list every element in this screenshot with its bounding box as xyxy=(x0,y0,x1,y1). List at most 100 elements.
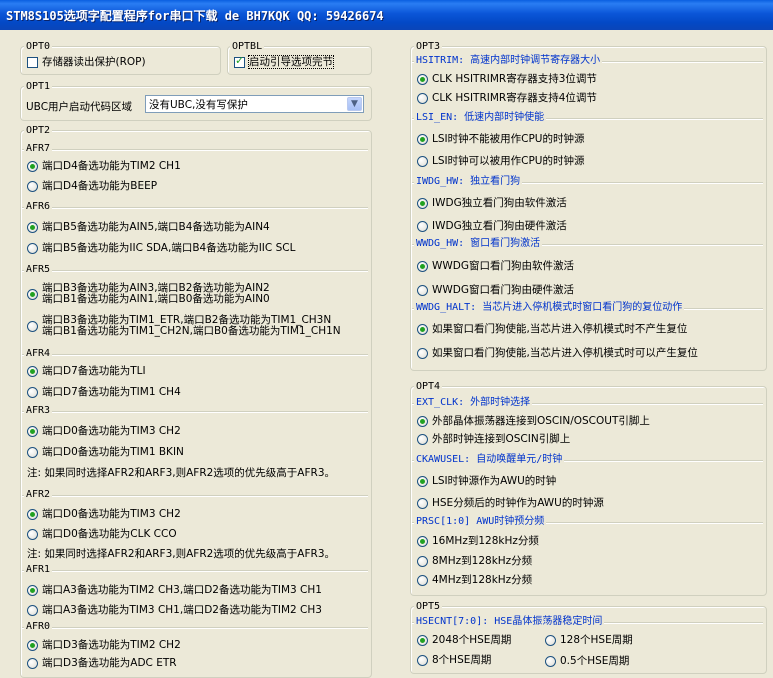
wwdg-hw-option-0[interactable]: WWDG窗口看门狗由软件激活 xyxy=(417,260,574,272)
prsc-radio-2[interactable] xyxy=(417,574,428,586)
iwdg-hw-option-0[interactable]: IWDG独立看门狗由软件激活 xyxy=(417,197,567,209)
afr1-option-0[interactable]: 端口A3备选功能为TIM2 CH3,端口D2备选功能为TIM3 CH1 xyxy=(27,584,322,596)
prsc-option-1[interactable]: 8MHz到128kHz分频 xyxy=(417,555,532,567)
hsecnt-option-1[interactable]: 128个HSE周期 xyxy=(545,634,633,646)
lsi-en-radio-0[interactable] xyxy=(417,133,428,145)
afr3-option-1[interactable]: 端口D0备选功能为TIM1 BKIN xyxy=(27,446,184,458)
afr6-option-0[interactable]: 端口B5备选功能为AIN5,端口B4备选功能为AIN4 xyxy=(27,221,270,233)
afr4-option-1[interactable]: 端口D7备选功能为TIM1 CH4 xyxy=(27,386,181,398)
rop-checkbox[interactable]: 存储器读出保护(ROP) xyxy=(27,56,146,68)
afr6-radio-1[interactable] xyxy=(27,242,38,254)
afr3-option-0[interactable]: 端口D0备选功能为TIM3 CH2 xyxy=(27,425,181,437)
afr4-radio-1[interactable] xyxy=(27,386,38,398)
afr5-radio-0[interactable] xyxy=(27,288,38,300)
afr5-option-1[interactable]: 端口B3备选功能为TIM1_ETR,端口B2备选功能为TIM1_CH3N 端口B… xyxy=(27,315,341,337)
afr5-radio-1[interactable] xyxy=(27,320,38,332)
hsecnt-option-2[interactable]: 8个HSE周期 xyxy=(417,654,491,666)
afr4-option-1-label: 端口D7备选功能为TIM1 CH4 xyxy=(42,386,181,398)
afr0-radio-1[interactable] xyxy=(27,657,38,669)
afr0-option-1[interactable]: 端口D3备选功能为ADC ETR xyxy=(27,657,177,669)
lsi-en-option-1-label: LSI时钟可以被用作CPU的时钟源 xyxy=(432,155,585,167)
afr4-option-0-label: 端口D7备选功能为TLI xyxy=(42,365,146,377)
afr2-radio-0[interactable] xyxy=(27,508,38,520)
afr4-title: AFR4 xyxy=(24,348,53,360)
wwdg-hw-radio-0[interactable] xyxy=(417,260,428,272)
afr7-option-1[interactable]: 端口D4备选功能为BEEP xyxy=(27,180,157,192)
chevron-down-icon[interactable]: ▼ xyxy=(347,97,362,111)
hsitrim-option-0[interactable]: CLK HSITRIMR寄存器支持3位调节 xyxy=(417,73,597,85)
afr2-title: AFR2 xyxy=(24,489,53,501)
afr6-radio-0[interactable] xyxy=(27,221,38,233)
wwdg-halt-radio-0[interactable] xyxy=(417,323,428,335)
hsecnt-radio-2[interactable] xyxy=(417,654,428,666)
hsitrim-option-1[interactable]: CLK HSITRIMR寄存器支持4位调节 xyxy=(417,92,597,104)
prsc-option-0[interactable]: 16MHz到128kHz分频 xyxy=(417,535,539,547)
afr4-option-0[interactable]: 端口D7备选功能为TLI xyxy=(27,365,146,377)
ckawusel-radio-0[interactable] xyxy=(417,475,428,487)
lsi-en-radio-1[interactable] xyxy=(417,155,428,167)
afr4-radio-0[interactable] xyxy=(27,365,38,377)
hsitrim-radio-1[interactable] xyxy=(417,92,428,104)
afr2-option-1[interactable]: 端口D0备选功能为CLK CCO xyxy=(27,528,177,540)
ext-clk-option-0[interactable]: 外部晶体振荡器连接到OSCIN/OSCOUT引脚上 xyxy=(417,415,650,427)
afr7-option-0[interactable]: 端口D4备选功能为TIM2 CH1 xyxy=(27,160,181,172)
ckawusel-option-0[interactable]: LSI时钟源作为AWU的时钟 xyxy=(417,475,556,487)
afr7-radio-1[interactable] xyxy=(27,180,38,192)
ext-clk-radio-1[interactable] xyxy=(417,433,428,445)
hsecnt-radio-1[interactable] xyxy=(545,634,556,646)
hsitrim-title: HSITRIM: 高速内部时钟调节寄存器大小 xyxy=(414,55,603,67)
wwdg-halt-option-0[interactable]: 如果窗口看门狗使能,当芯片进入停机模式时不产生复位 xyxy=(417,323,687,335)
prsc-radio-0[interactable] xyxy=(417,535,428,547)
afr1-option-1-label: 端口A3备选功能为TIM3 CH1,端口D2备选功能为TIM2 CH3 xyxy=(42,604,322,616)
opt2-title: OPT2 xyxy=(24,125,53,137)
iwdg-hw-option-0-label: IWDG独立看门狗由软件激活 xyxy=(432,197,567,209)
rop-checkbox-box[interactable] xyxy=(27,56,38,68)
iwdg-hw-option-1-label: IWDG独立看门狗由硬件激活 xyxy=(432,220,567,232)
boot-checkbox-box[interactable] xyxy=(234,55,245,68)
prsc-radio-1[interactable] xyxy=(417,555,428,567)
ckawusel-radio-1[interactable] xyxy=(417,497,428,509)
afr2-radio-1[interactable] xyxy=(27,528,38,540)
prsc-option-2[interactable]: 4MHz到128kHz分频 xyxy=(417,574,532,586)
hsecnt-option-0[interactable]: 2048个HSE周期 xyxy=(417,634,511,646)
hsecnt-radio-0[interactable] xyxy=(417,634,428,646)
wwdg-hw-option-1[interactable]: WWDG窗口看门狗由硬件激活 xyxy=(417,284,574,296)
ext-clk-radio-0[interactable] xyxy=(417,415,428,427)
ubc-select[interactable]: 没有UBC,没有写保护 ▼ xyxy=(145,95,364,113)
wwdg-halt-option-0-label: 如果窗口看门狗使能,当芯片进入停机模式时不产生复位 xyxy=(432,323,688,335)
iwdg-hw-radio-0[interactable] xyxy=(417,197,428,209)
afr2-option-0-label: 端口D0备选功能为TIM3 CH2 xyxy=(42,508,181,520)
wwdg-halt-option-1[interactable]: 如果窗口看门狗使能,当芯片进入停机模式时可以产生复位 xyxy=(417,347,698,359)
ext-clk-option-1[interactable]: 外部时钟连接到OSCIN引脚上 xyxy=(417,433,570,445)
hsecnt-radio-3[interactable] xyxy=(545,655,556,667)
hsitrim-radio-0[interactable] xyxy=(417,73,428,85)
afr1-option-1[interactable]: 端口A3备选功能为TIM3 CH1,端口D2备选功能为TIM2 CH3 xyxy=(27,604,322,616)
afr1-radio-0[interactable] xyxy=(27,584,38,596)
afr3-radio-0[interactable] xyxy=(27,425,38,437)
afr5-option-0-line-1: 端口B1备选功能为AIN1,端口B0备选功能为AIN0 xyxy=(42,293,270,305)
afr5-option-1-label: 端口B3备选功能为TIM1_ETR,端口B2备选功能为TIM1_CH3N 端口B… xyxy=(42,315,341,337)
afr2-option-0[interactable]: 端口D0备选功能为TIM3 CH2 xyxy=(27,508,181,520)
hsecnt-option-3[interactable]: 0.5个HSE周期 xyxy=(545,655,629,667)
iwdg-hw-radio-1[interactable] xyxy=(417,220,428,232)
boot-option-checkbox[interactable]: 启动引导选项完节 xyxy=(234,55,334,69)
hsecnt-option-2-label: 8个HSE周期 xyxy=(432,654,492,666)
ext-clk-option-1-label: 外部时钟连接到OSCIN引脚上 xyxy=(432,433,571,445)
afr6-option-1[interactable]: 端口B5备选功能为IIC SDA,端口B4备选功能为IIC SCL xyxy=(27,242,295,254)
ckawusel-option-1[interactable]: HSE分频后的时钟作为AWU的时钟源 xyxy=(417,497,604,509)
afr3-radio-1[interactable] xyxy=(27,446,38,458)
afr3-separator xyxy=(22,411,368,413)
wwdg-halt-radio-1[interactable] xyxy=(417,347,428,359)
lsi-en-option-1[interactable]: LSI时钟可以被用作CPU的时钟源 xyxy=(417,155,584,167)
wwdg-hw-radio-1[interactable] xyxy=(417,284,428,296)
afr0-option-0[interactable]: 端口D3备选功能为TIM2 CH2 xyxy=(27,639,181,651)
iwdg-hw-option-1[interactable]: IWDG独立看门狗由硬件激活 xyxy=(417,220,567,232)
afr1-radio-1[interactable] xyxy=(27,604,38,616)
afr2-separator xyxy=(22,495,368,497)
ckawusel-option-0-label: LSI时钟源作为AWU的时钟 xyxy=(432,475,557,487)
afr5-option-0-label: 端口B3备选功能为AIN3,端口B2备选功能为AIN2 端口B1备选功能为AIN… xyxy=(42,283,270,305)
lsi-en-option-0[interactable]: LSI时钟不能被用作CPU的时钟源 xyxy=(417,133,584,145)
afr7-radio-0[interactable] xyxy=(27,160,38,172)
afr0-radio-0[interactable] xyxy=(27,639,38,651)
afr5-option-0[interactable]: 端口B3备选功能为AIN3,端口B2备选功能为AIN2 端口B1备选功能为AIN… xyxy=(27,283,270,305)
